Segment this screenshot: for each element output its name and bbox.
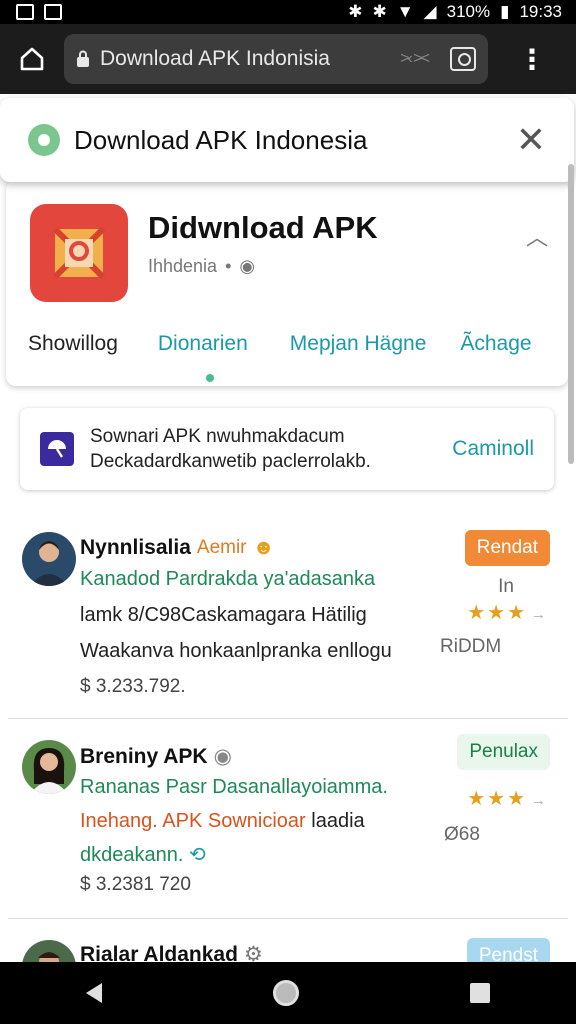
battery-icon: ▮ — [500, 2, 510, 21]
listing-side-label: In — [498, 576, 514, 597]
tab-2[interactable]: Dionarien — [158, 332, 248, 356]
site-title: Download APK Indonesia — [74, 124, 368, 155]
list-item[interactable]: Rialar Aldankad ⚙ Pendst — [0, 918, 576, 962]
wifi-icon: ▼ — [396, 2, 414, 21]
listing-line-1: Rananas Pasr Dasanallayoiamma. — [80, 776, 388, 798]
browser-home-button[interactable] — [0, 24, 64, 94]
dot-separator-icon: • — [225, 256, 232, 276]
vibrate-icon: ✱ — [372, 2, 387, 21]
site-header-card: Download APK Indonesia ✕ — [0, 98, 574, 182]
app-tabs: Showillog Dionarien Mepjan Hägne Ãchage — [6, 320, 568, 368]
listing-action-button[interactable]: Penulax — [457, 734, 550, 770]
home-circle-icon[interactable] — [272, 980, 299, 1006]
banner-line-2: Deckadardkanwetib paclerrolakb. — [90, 451, 371, 472]
banner-action-link[interactable]: Caminoll — [452, 437, 534, 461]
listing-tag: Aemir — [196, 537, 247, 558]
scrollbar[interactable] — [568, 164, 574, 464]
home-icon — [20, 47, 44, 71]
signal-icon: ◢ — [423, 2, 437, 21]
chevron-up-icon[interactable]: ︿ — [526, 220, 548, 252]
url-text: Download APK Indonisia — [100, 47, 330, 70]
listing-name: Breniny APK ◉ — [80, 744, 232, 769]
notification-gallery-icon — [44, 4, 62, 20]
listing-line-3-text: dkdeakann. — [80, 844, 184, 866]
listing-side-value: Ø68 — [444, 824, 480, 845]
listing-name-text: Breniny APK — [80, 744, 208, 768]
listing-side-value: RiDDM — [440, 636, 502, 657]
avatar — [22, 532, 80, 590]
stars-icon: ★★★ — [467, 788, 527, 810]
banner-text: Sownari APK nwuhmakdacum Deckadardkanwet… — [90, 424, 452, 474]
listing-line-2-rest: laadia — [311, 810, 365, 832]
smiley-icon: ☻ — [252, 536, 275, 559]
listing-action-button[interactable]: Rendat — [464, 530, 550, 566]
page-content: Download APK Indonesia ✕ Didwnload APK I… — [0, 94, 576, 962]
rating-stars: ★★★ → — [467, 600, 548, 625]
notification-image-icon — [16, 4, 34, 20]
tab-1[interactable]: Showillog — [28, 332, 118, 356]
listing-action-button[interactable]: Pendst — [466, 938, 550, 962]
promo-banner: Sownari APK nwuhmakdacum Deckadardkanwet… — [20, 408, 554, 490]
listing-price: $ 3.2381 720 — [80, 874, 191, 895]
site-location-icon — [28, 124, 60, 156]
recent-apps-icon[interactable] — [470, 983, 491, 1003]
sync-icon: ⟲ — [188, 844, 206, 866]
listing-line-2-highlight: Inehang. APK Sownicioar — [80, 810, 306, 832]
listing-name-text: Rialar Aldankad — [80, 942, 238, 963]
arrow-right-icon: → — [531, 606, 548, 623]
rating-stars: ★★★ → — [467, 786, 548, 811]
umbrella-icon — [40, 432, 74, 466]
listing-price: $ 3.233.792. — [80, 676, 186, 697]
list-item[interactable]: Breniny APK ◉ Rananas Pasr Dasanallayoia… — [0, 718, 576, 919]
globe-icon: ◉ — [239, 256, 256, 276]
lock-icon — [77, 50, 89, 67]
arrow-right-icon: → — [531, 792, 548, 809]
address-bar[interactable]: Download APK Indonisia >‹ >< — [64, 34, 488, 84]
stars-icon: ★★★ — [467, 602, 527, 624]
listing-name-text: Nynnlisalia — [80, 536, 191, 559]
listing-line-3: dkdeakann. ⟲ — [80, 842, 206, 867]
tab-indicator — [206, 374, 214, 382]
system-nav-bar — [0, 962, 576, 1024]
app-info-card: Didwnload APK Ihhdenia • ◉ ︿ Showillog D… — [6, 180, 568, 386]
back-icon[interactable] — [85, 983, 102, 1003]
close-icon[interactable]: ✕ — [516, 119, 546, 161]
tab-4[interactable]: Ãchage — [460, 332, 531, 356]
listing-line-2: Inehang. APK Sownicioar laadia — [80, 810, 365, 833]
listing-line-1: Kanadod Pardrakda ya'adasanka — [80, 568, 376, 590]
app-subtitle-text: Ihhdenia — [148, 256, 218, 276]
globe-icon: ◉ — [213, 745, 232, 768]
listing-line-2: lamk 8/C98Caskamagara Hätilig — [80, 604, 367, 626]
status-bar: ✱ ✱ ▼ ◢ 310% ▮ 19:33 — [0, 0, 576, 24]
list-item[interactable]: Nynnlisalia Aemir ☻ Kanadod Pardrakda ya… — [0, 504, 576, 719]
avatar — [22, 740, 80, 798]
more-vert-icon: ⋮ — [518, 43, 546, 75]
listing-line-3: Waakanva honkaanlpranka enllogu — [80, 640, 392, 662]
banner-line-1: Sownari APK nwuhmakdacum — [90, 426, 345, 447]
listing-name: Rialar Aldankad ⚙ — [80, 942, 263, 963]
tab-3[interactable]: Mepjan Hägne — [290, 332, 427, 356]
app-title: Didwnload APK — [148, 210, 378, 245]
browser-toolbar: Download APK Indonisia >‹ >< ⋮ — [0, 24, 576, 94]
listing-name: Nynnlisalia Aemir ☻ — [80, 536, 275, 560]
avatar — [22, 940, 80, 962]
app-logo-icon — [30, 204, 128, 302]
screenshot-icon[interactable] — [450, 47, 476, 71]
url-arrows-icon: >‹ >< — [400, 50, 430, 67]
browser-menu-button[interactable]: ⋮ — [488, 43, 576, 76]
status-left — [16, 4, 62, 20]
app-subtitle: Ihhdenia • ◉ — [148, 256, 255, 277]
gear-icon: ⚙ — [243, 943, 263, 962]
battery-level: 310% — [446, 2, 491, 21]
status-right: ✱ ✱ ▼ ◢ 310% ▮ 19:33 — [348, 2, 562, 22]
bluetooth-icon: ✱ — [348, 2, 363, 21]
clock: 19:33 — [519, 2, 562, 21]
